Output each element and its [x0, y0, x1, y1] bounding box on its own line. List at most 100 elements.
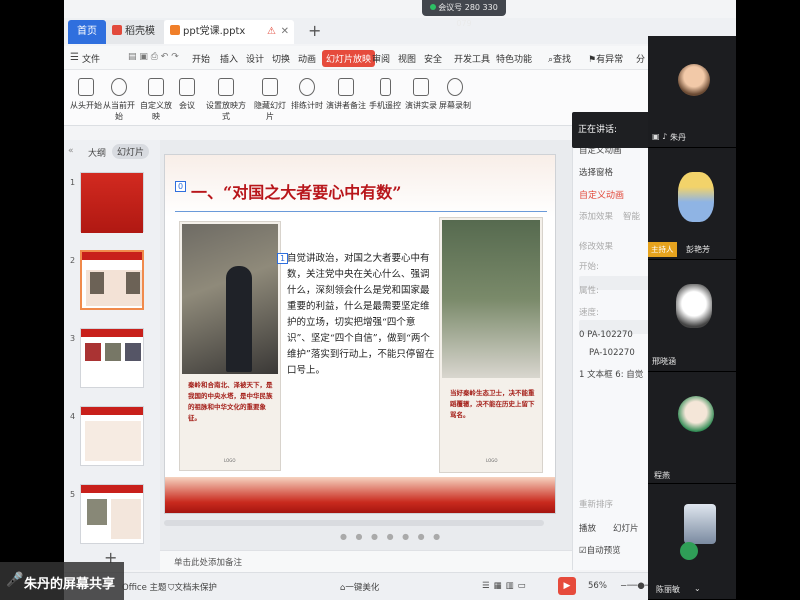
autopreview-checkbox[interactable]: ☑自动预览	[579, 544, 621, 556]
thumb-body	[85, 421, 141, 461]
avatar	[678, 396, 714, 432]
docer-icon	[112, 25, 122, 35]
setup-show-button[interactable]: 设置放映方式	[204, 78, 248, 122]
slide-thumbnail-5[interactable]	[80, 484, 144, 544]
selection-pane-link[interactable]: 选择窗格	[579, 166, 613, 178]
meeting-id-bar[interactable]: 会议号 280 330 079	[422, 0, 506, 28]
collapse-icon[interactable]: «	[68, 146, 74, 156]
avatar	[678, 64, 710, 96]
slide-thumbnail-2[interactable]	[80, 250, 144, 310]
suggest-button[interactable]: ⚑有异常	[588, 52, 623, 65]
speech-record-button[interactable]: 演讲实录	[404, 78, 438, 111]
meeting-label: 会议	[179, 101, 195, 110]
animation-item[interactable]: PA-102270	[589, 348, 635, 358]
menu-item-security[interactable]: 安全	[424, 52, 442, 65]
menu-item-animation[interactable]: 动画	[298, 52, 316, 65]
thumbnail-panel-header: « 大纲 幻灯片	[64, 140, 160, 164]
document-protection[interactable]: ⛉文档未保护	[168, 581, 217, 593]
menu-file[interactable]: 文件	[82, 52, 100, 65]
meeting-button[interactable]: 会议	[176, 78, 198, 111]
slide-thumbnail-4[interactable]	[80, 406, 144, 466]
play-slideshow-button[interactable]: ▶	[558, 577, 576, 595]
tab-home[interactable]: 首页	[68, 20, 106, 44]
participant-tile[interactable]: ▣ ♪ 朱丹	[648, 36, 736, 148]
photo-card-left[interactable]: 秦岭和合南北、泽被天下，是我国的中央水塔，是中华民族的祖脉和中华文化的重要象征。…	[179, 221, 281, 471]
timer-icon	[299, 78, 315, 96]
smart-animation-button[interactable]: 智能	[623, 210, 640, 222]
notes-pane[interactable]: 单击此处添加备注	[160, 550, 574, 572]
slideshow-button[interactable]: 幻灯片	[613, 522, 639, 534]
menu-item-home[interactable]: 开始	[192, 52, 210, 65]
meeting-icon	[179, 78, 195, 96]
slide[interactable]: 0 一、“对国之大者要心中有数” 秦岭和合南北、泽被天下，是我国的中央水塔，是中…	[164, 154, 556, 514]
tab-outline[interactable]: 大纲	[88, 146, 106, 159]
slide-thumbnail-1[interactable]	[80, 172, 144, 233]
thumb-photo	[105, 343, 121, 361]
hamburger-icon[interactable]: ☰	[70, 52, 79, 63]
participant-tile[interactable]: 主持人 彭艳芳	[648, 148, 736, 260]
setup-show-label: 设置放映方式	[206, 101, 246, 121]
menu-item-insert[interactable]: 插入	[220, 52, 238, 65]
new-tab-button[interactable]: +	[308, 18, 321, 44]
participant-tile[interactable]: 程燕	[648, 372, 736, 484]
speaker-notes-label: 演讲者备注	[326, 101, 366, 110]
animation-item[interactable]: 1 文本框 6: 自觉	[579, 368, 643, 380]
chevron-down-icon[interactable]: ⌄	[694, 584, 701, 593]
zoom-level[interactable]: 56%	[588, 581, 607, 591]
menu-item-design[interactable]: 设计	[246, 52, 264, 65]
ribbon: 从头开始 从当前开始 自定义放映 会议 设置放映方式 隐藏幻灯片 排练计时 演讲…	[64, 70, 648, 126]
beautify-button[interactable]: ⌂一键美化	[340, 581, 379, 593]
hide-slide-label: 隐藏幻灯片	[254, 101, 286, 121]
view-buttons[interactable]: ☰▦▥▭	[482, 581, 530, 591]
screen-share-text: 朱丹的屏幕共享	[24, 577, 116, 592]
hide-slide-button[interactable]: 隐藏幻灯片	[252, 78, 288, 122]
menu-item-slideshow[interactable]: 幻灯片放映	[322, 50, 376, 67]
search-button[interactable]: ⌕查找	[548, 52, 571, 65]
photo-card-right[interactable]: 当好秦岭生态卫士，决不能重蹈覆辙，决不能在历史上留下骂名。 LOGO	[439, 217, 543, 473]
menu-item-transition[interactable]: 切换	[272, 52, 290, 65]
autopreview-label: 自动预览	[586, 546, 621, 556]
signal-icon	[430, 4, 437, 10]
menu-item-features[interactable]: 特色功能	[496, 52, 532, 65]
close-icon[interactable]: ✕	[281, 20, 289, 44]
tab-slides[interactable]: 幻灯片	[112, 144, 150, 159]
beautify-label: 一键美化	[345, 583, 380, 593]
menu-item-developer[interactable]: 开发工具	[454, 52, 490, 65]
tab-template[interactable]: 稻壳模板	[106, 20, 164, 61]
slide-title[interactable]: 一、“对国之大者要心中有数”	[191, 179, 401, 203]
tab-document[interactable]: ppt党课.pptx ⚠ ✕	[164, 20, 294, 44]
group-photo	[442, 220, 540, 378]
speaker-notes-button[interactable]: 演讲者备注	[326, 78, 366, 111]
participant-tile[interactable]: 邢晓涵	[648, 260, 736, 372]
animation-marker[interactable]: 0	[175, 181, 187, 192]
tab-home-label: 首页	[77, 26, 97, 37]
slide-body-text[interactable]: 自觉讲政治，对国之大者要心中有数，关注党中央在关心什么、强调什么，深刻领会什么是…	[287, 251, 437, 379]
play-from-start-button[interactable]: 从头开始	[70, 78, 102, 111]
thumb-body	[111, 499, 141, 539]
notes-placeholder: 单击此处添加备注	[174, 558, 243, 568]
quick-tools-icon[interactable]: ▤ ▣ ⎙ ↶ ↷	[128, 52, 179, 62]
custom-show-button[interactable]: 自定义放映	[138, 78, 174, 122]
play-from-current-button[interactable]: 从当前开始	[102, 78, 136, 122]
host-badge: 主持人	[648, 242, 677, 257]
share-button[interactable]: 分	[636, 52, 645, 65]
photo-caption-left: 秦岭和合南北、泽被天下，是我国的中央水塔，是中华民族的祖脉和中华文化的重要象征。	[188, 381, 273, 422]
add-effect-button[interactable]: 添加效果	[579, 210, 613, 222]
screen-record-button[interactable]: 屏幕录制	[438, 78, 472, 111]
rehearse-timing-button[interactable]: 排练计时	[290, 78, 324, 111]
horizontal-scrollbar[interactable]	[164, 520, 544, 526]
avatar	[678, 172, 714, 222]
thumb-number: 1	[70, 178, 76, 187]
menu-item-review[interactable]: 审阅	[372, 52, 390, 65]
participant-tile[interactable]: 陈丽敏 ⌄	[648, 484, 736, 600]
slide-footer-bg	[165, 477, 555, 513]
phone-remote-button[interactable]: 手机遥控	[368, 78, 402, 111]
menu-item-view[interactable]: 视图	[398, 52, 416, 65]
play-animation-button[interactable]: 播放	[579, 522, 596, 534]
mic-icon: 🎤	[6, 572, 24, 588]
theme-label[interactable]: Office 主题	[122, 581, 167, 593]
animation-item[interactable]: 0 PA-102270	[579, 330, 633, 340]
suggest-label: 有异常	[596, 55, 624, 65]
slide-thumbnail-3[interactable]	[80, 328, 144, 388]
phone-remote-label: 手机遥控	[369, 101, 401, 110]
